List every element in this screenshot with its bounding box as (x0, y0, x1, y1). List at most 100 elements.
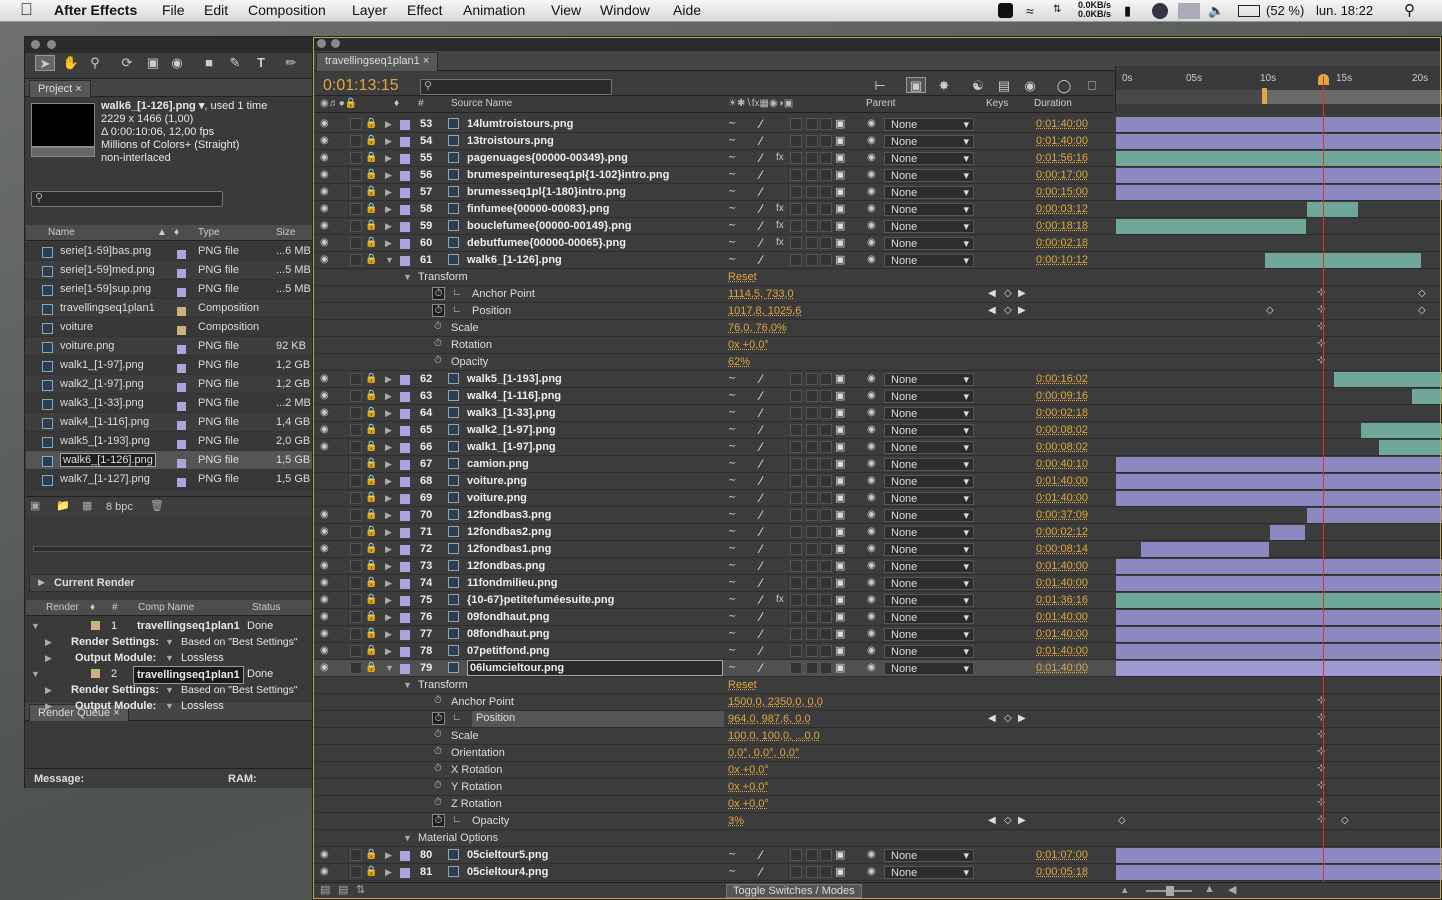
project-item[interactable]: walk2_[1-97].png PNG file 1,2 GB (26, 375, 314, 394)
battery-small-icon[interactable]: ▮ (1124, 3, 1131, 19)
layer-row[interactable]: ◉ 🔒 ▶ 66 walk1_[1-97].png ∼ ⁄ ▣ ◉ None 0… (314, 439, 1442, 456)
pickwhip-icon[interactable]: ◉ (867, 441, 876, 452)
expand-in-out-icon[interactable]: ⇅ (356, 883, 365, 896)
layer-duration-bar[interactable] (1116, 491, 1442, 506)
render-item[interactable]: ▼ 1 travellingseq1plan1 Done (25, 618, 313, 634)
layer-row[interactable]: ◉ 🔒 ▶ 81 05cieltour4.png ∼ ⁄ ▣ ◉ None 0:… (314, 864, 1442, 881)
av-switch-header-icon[interactable]: ◉♬●🔒 (320, 98, 357, 109)
add-keyframe-icon[interactable]: ◇ (1004, 288, 1012, 299)
label-swatch[interactable] (400, 443, 410, 453)
solo-switch[interactable] (350, 390, 362, 402)
frame-blend-switch[interactable] (790, 407, 802, 419)
label-swatch[interactable] (400, 613, 410, 623)
shy-switch-icon[interactable]: ∼ (728, 645, 736, 656)
quality-switch-icon[interactable]: ⁄ (760, 848, 762, 862)
quality-switch-icon[interactable]: ⁄ (760, 372, 762, 386)
label-swatch[interactable] (400, 188, 410, 198)
expand-arrow-icon[interactable]: ▶ (385, 850, 392, 861)
3d-layer-icon[interactable]: ▣ (835, 372, 845, 385)
quality-switch-icon[interactable]: ⁄ (760, 474, 762, 488)
quality-switch-icon[interactable]: ⁄ (760, 423, 762, 437)
pickwhip-icon[interactable]: ◉ (867, 849, 876, 860)
adjustment-switch[interactable] (820, 849, 832, 861)
label-swatch[interactable] (400, 647, 410, 657)
adjustment-switch[interactable] (820, 560, 832, 572)
parent-dropdown[interactable]: None (884, 407, 974, 420)
prev-keyframe-icon[interactable]: ◀ (988, 305, 996, 316)
toggle-switches-modes-button[interactable]: Toggle Switches / Modes (726, 884, 862, 898)
shy-switch-icon[interactable]: ∼ (728, 849, 736, 860)
fx-switch[interactable]: fx (776, 594, 784, 605)
property-row[interactable]: ⏱ Anchor Point 1500,0, 2350,0, 0,0 ⊹ (314, 694, 1440, 711)
expand-arrow-icon[interactable]: ▶ (385, 612, 392, 623)
expand-arrow-icon[interactable]: ▶ (385, 136, 392, 147)
layer-duration-bar[interactable] (1270, 525, 1305, 540)
label-swatch[interactable] (400, 205, 410, 215)
rectangle-tool-icon[interactable]: ■ (199, 55, 219, 71)
quality-switch-icon[interactable]: ⁄ (760, 389, 762, 403)
parent-dropdown[interactable]: None (884, 475, 974, 488)
pickwhip-icon[interactable]: ◉ (867, 577, 876, 588)
fx-switch[interactable]: fx (776, 203, 784, 214)
next-keyframe-icon[interactable]: ▶ (1018, 305, 1026, 316)
layer-duration-bar[interactable] (1116, 610, 1442, 625)
layer-duration-bar[interactable] (1116, 185, 1442, 200)
adjustment-switch[interactable] (820, 152, 832, 164)
eye-icon[interactable]: ◉ (320, 645, 329, 656)
motion-blur-switch[interactable] (806, 628, 818, 640)
property-group-row[interactable]: ▼ Transform Reset (314, 269, 1440, 286)
lock-icon[interactable]: 🔒 (365, 866, 377, 877)
solo-switch[interactable] (350, 203, 362, 215)
lock-icon[interactable]: 🔒 (365, 577, 377, 588)
layer-row[interactable]: ◉ 🔒 ▶ 62 walk5_[1-193].png ∼ ⁄ ▣ ◉ None … (314, 371, 1442, 388)
project-item[interactable]: voiture Composition (26, 318, 314, 337)
parent-dropdown[interactable]: None (884, 849, 974, 862)
motion-blur-switch[interactable] (806, 390, 818, 402)
layer-duration-bar[interactable] (1307, 508, 1442, 523)
lock-icon[interactable]: 🔒 (365, 237, 377, 248)
quality-switch-icon[interactable]: ⁄ (760, 168, 762, 182)
3d-layer-icon[interactable]: ▣ (835, 627, 845, 640)
3d-layer-icon[interactable]: ▣ (835, 406, 845, 419)
hand-tool-icon[interactable]: ✋ (61, 55, 81, 71)
menu-window[interactable]: Window (600, 2, 650, 18)
shy-switch-icon[interactable]: ∼ (728, 509, 736, 520)
lock-icon[interactable]: 🔒 (365, 424, 377, 435)
collapse-arrow-icon[interactable]: ▼ (403, 272, 412, 282)
quality-switch-icon[interactable]: ⁄ (760, 661, 762, 675)
parent-dropdown[interactable]: None (884, 577, 974, 590)
frame-blend-switch[interactable] (790, 645, 802, 657)
quality-switch-icon[interactable]: ⁄ (760, 185, 762, 199)
selection-tool-icon[interactable]: ➤ (35, 55, 55, 71)
quality-switch-icon[interactable]: ⁄ (760, 508, 762, 522)
lock-icon[interactable]: 🔒 (365, 169, 377, 180)
layer-duration-bar[interactable] (1116, 474, 1442, 489)
dropdown-arrow-icon[interactable]: ▼ (165, 650, 174, 666)
frame-blend-switch[interactable] (790, 220, 802, 232)
frame-blend-switch[interactable] (790, 611, 802, 623)
shy-switch-icon[interactable]: ∼ (728, 237, 736, 248)
parent-dropdown[interactable]: None (884, 118, 974, 131)
frame-blending-icon[interactable]: ▤ (994, 78, 1014, 94)
lock-icon[interactable]: 🔒 (365, 441, 377, 452)
interpret-footage-icon[interactable]: ▣ (30, 499, 40, 512)
motion-blur-switch[interactable] (806, 220, 818, 232)
frame-blend-switch[interactable] (790, 373, 802, 385)
frame-blend-switch[interactable] (790, 390, 802, 402)
3d-layer-icon[interactable]: ▣ (835, 593, 845, 606)
eye-icon[interactable]: ◉ (320, 543, 329, 554)
keyframe-icon[interactable]: ◇ (1418, 288, 1426, 299)
sync-icon[interactable]: ⇅ (1053, 4, 1061, 15)
label-swatch[interactable] (400, 477, 410, 487)
menu-file[interactable]: File (162, 2, 185, 18)
frame-blend-switch[interactable] (790, 577, 802, 589)
parent-dropdown[interactable]: None (884, 424, 974, 437)
property-row[interactable]: ⏱ ∟ Anchor Point 1114,5, 733,0 ◀ ◇ ▶ ◇ ⊹ (314, 286, 1440, 303)
label-column-icon[interactable]: ♦ (394, 98, 399, 109)
frame-blend-switch[interactable] (790, 458, 802, 470)
adjustment-switch[interactable] (820, 662, 832, 674)
comp-mini-flowchart-icon[interactable]: ⊢ (870, 78, 890, 94)
time-ruler[interactable]: 0s 05s 10s 15s 20s (1115, 66, 1442, 111)
eye-icon[interactable]: ◉ (320, 594, 329, 605)
eye-icon[interactable]: ◉ (320, 611, 329, 622)
